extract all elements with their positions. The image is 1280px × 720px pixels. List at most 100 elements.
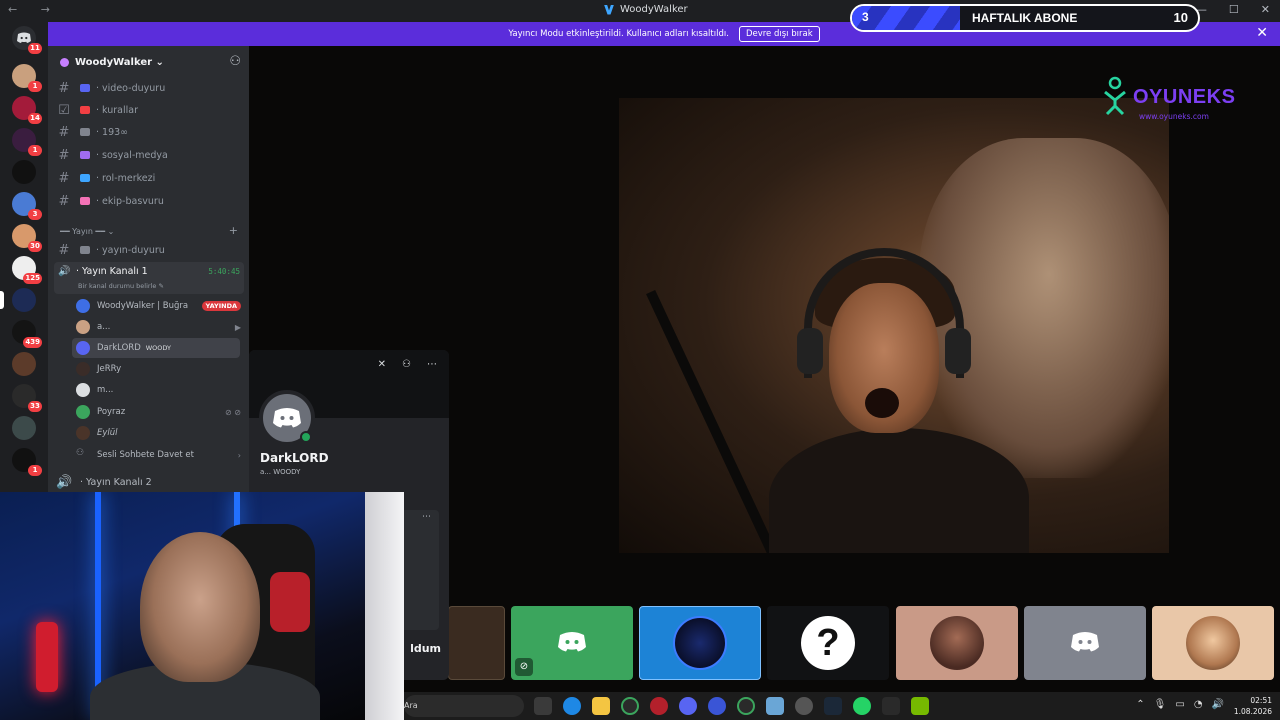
server-icon-11[interactable]: 33 — [12, 384, 42, 412]
add-friend-icon[interactable]: ⚇ — [402, 359, 411, 370]
xbox-icon[interactable] — [737, 697, 755, 715]
participant-tile[interactable] — [1024, 606, 1146, 680]
discord-icon[interactable] — [679, 697, 697, 715]
server-header[interactable]: WoodyWalker ⌄ ⚇ — [48, 46, 249, 78]
profile-action-label[interactable]: ldum — [410, 642, 441, 655]
camera-icon: ▶ — [234, 322, 241, 332]
server-icon-9[interactable]: 439 — [12, 320, 42, 348]
profile-name: DarkLORD — [260, 451, 329, 465]
participant-tile[interactable]: ⊘ — [511, 606, 633, 680]
nvidia-icon[interactable] — [911, 697, 929, 715]
server-icon-6[interactable]: 30 — [12, 224, 42, 252]
taskbar-search[interactable]: Ara — [404, 695, 524, 717]
participant-tile[interactable] — [1152, 606, 1274, 680]
whatsapp-icon[interactable] — [853, 697, 871, 715]
invite-label: Sesli Sohbete Davet et — [97, 450, 194, 460]
volume-icon[interactable]: 🔊 — [1212, 699, 1224, 710]
disable-streamer-mode-button[interactable]: Devre dışı bırak — [738, 26, 820, 42]
more-icon[interactable]: ⋯ — [422, 512, 431, 522]
server-icon-12[interactable] — [12, 416, 36, 440]
server-icon-13[interactable]: 1 — [12, 448, 42, 476]
voice-member-selected[interactable]: DarkLORD WOODY — [72, 338, 240, 358]
voice-member[interactable]: JeRRy — [76, 359, 241, 379]
participant-tile[interactable]: ? — [767, 606, 889, 680]
webcam-overlay — [0, 492, 404, 720]
member-tag: WOODY — [145, 344, 172, 352]
profile-avatar — [259, 390, 315, 446]
channel-ekip-basvuru[interactable]: # · ekip-basvuru — [56, 191, 243, 211]
channel-rol-merkezi[interactable]: # · rol-merkezi — [56, 168, 243, 188]
server-icon-4[interactable] — [12, 160, 36, 184]
server-icon-woodywalker[interactable] — [0, 288, 36, 312]
channel-sosyal-medya[interactable]: # · sosyal-medya — [56, 145, 243, 165]
chevron-up-icon[interactable]: ⌃ — [1136, 699, 1144, 710]
file-explorer-icon[interactable] — [592, 697, 610, 715]
add-channel-icon[interactable]: + — [229, 224, 238, 237]
close-window-button[interactable]: ✕ — [1261, 3, 1270, 16]
voice-channel-yayin-kanali-2[interactable]: 🔊 · Yayın Kanalı 2 — [56, 472, 243, 492]
server-icon-7[interactable]: 125 — [12, 256, 42, 284]
notification-badge: 3 — [28, 209, 42, 220]
app-icon[interactable] — [650, 697, 668, 715]
voice-member[interactable]: m... — [76, 380, 241, 400]
window-title: WoodyWalker — [604, 4, 688, 15]
maximize-button[interactable]: ☐ — [1229, 3, 1239, 16]
channel-emoji-icon — [80, 246, 90, 254]
question-icon: ? — [801, 616, 855, 670]
voice-member[interactable]: Poyraz ⊘ ⊘ — [76, 402, 241, 422]
server-icon-2[interactable]: 14 — [12, 96, 42, 124]
server-icon-10[interactable] — [12, 352, 36, 376]
voice-channel-label: · Yayın Kanalı 1 — [76, 266, 148, 277]
participant-tile[interactable] — [448, 606, 505, 680]
dm-home-button[interactable]: 11 — [12, 26, 42, 54]
channel-status[interactable]: Bir kanal durumu belirle ✎ — [78, 282, 164, 290]
steam-icon[interactable] — [824, 697, 842, 715]
edge-icon[interactable] — [563, 697, 581, 715]
app-icon[interactable] — [882, 697, 900, 715]
voice-channel-yayin-kanali-1[interactable]: 🔊 · Yayın Kanalı 1 5:40:45 Bir kanal dur… — [54, 262, 244, 294]
voice-member[interactable]: WoodyWalker | Buğra YAYINDA — [76, 296, 241, 316]
voice-channel-label: · Yayın Kanalı 2 — [80, 476, 152, 488]
muted-icon: ⊘ ⊘ — [225, 407, 241, 417]
server-icon-5[interactable]: 3 — [12, 192, 42, 220]
stream-video[interactable] — [619, 98, 1169, 553]
voice-member[interactable]: a... ▶ — [76, 317, 241, 337]
search-label: Ara — [404, 701, 418, 710]
chrome-icon[interactable] — [795, 697, 813, 715]
display-icon[interactable]: ▭ — [1175, 699, 1184, 710]
nav-arrows[interactable]: ← → — [8, 3, 60, 16]
category-yayin[interactable]: ━━ Yayın ━━ ⌄ + — [60, 223, 240, 239]
app-icon[interactable] — [766, 697, 784, 715]
channel-kurallar[interactable]: ☑ · kurallar — [56, 100, 243, 120]
ea-icon[interactable] — [708, 697, 726, 715]
participant-tile[interactable] — [639, 606, 761, 680]
close-icon[interactable]: ✕ — [378, 359, 386, 370]
more-icon[interactable]: ⋯ — [427, 359, 437, 370]
profile-actions: ✕ ⚇ ⋯ — [378, 359, 437, 370]
voice-member[interactable]: Eylül — [76, 423, 241, 443]
discord-icon — [558, 632, 586, 652]
hash-icon: # — [58, 193, 70, 209]
participant-tile[interactable] — [896, 606, 1018, 680]
task-view-icon[interactable] — [534, 697, 552, 715]
channel-yayin-duyuru[interactable]: # · yayın-duyuru — [56, 240, 243, 260]
mic-icon[interactable]: 🎙 — [1154, 699, 1167, 710]
invite-icon[interactable]: ⚇ — [229, 54, 241, 69]
channel-video-duyuru[interactable]: # · video-duyuru — [56, 78, 243, 98]
speaker-icon: 🔊 — [56, 474, 73, 490]
network-icon[interactable]: ◔ — [1194, 699, 1203, 710]
channel-193[interactable]: # · 193∞ — [56, 122, 243, 142]
invite-to-voice[interactable]: ⚇ Sesli Sohbete Davet et › — [76, 445, 241, 465]
server-boost-icon — [60, 57, 69, 67]
channel-sidebar: WoodyWalker ⌄ ⚇ # · video-duyuru ☑ · kur… — [48, 46, 249, 492]
notification-badge: 1 — [28, 81, 42, 92]
avatar — [76, 426, 90, 440]
app-icon[interactable] — [621, 697, 639, 715]
taskbar-clock[interactable]: 02:51 1.08.2026 — [1234, 695, 1272, 717]
server-icon-3[interactable]: 1 — [12, 128, 42, 156]
server-icon-1[interactable]: 1 — [12, 64, 42, 92]
mic-arm — [646, 289, 782, 553]
subscriber-goal-widget: 3 HAFTALIK ABONE 10 — [850, 4, 1200, 32]
close-icon[interactable]: ✕ — [1256, 25, 1268, 41]
invite-icon: ⚇ — [76, 448, 85, 458]
